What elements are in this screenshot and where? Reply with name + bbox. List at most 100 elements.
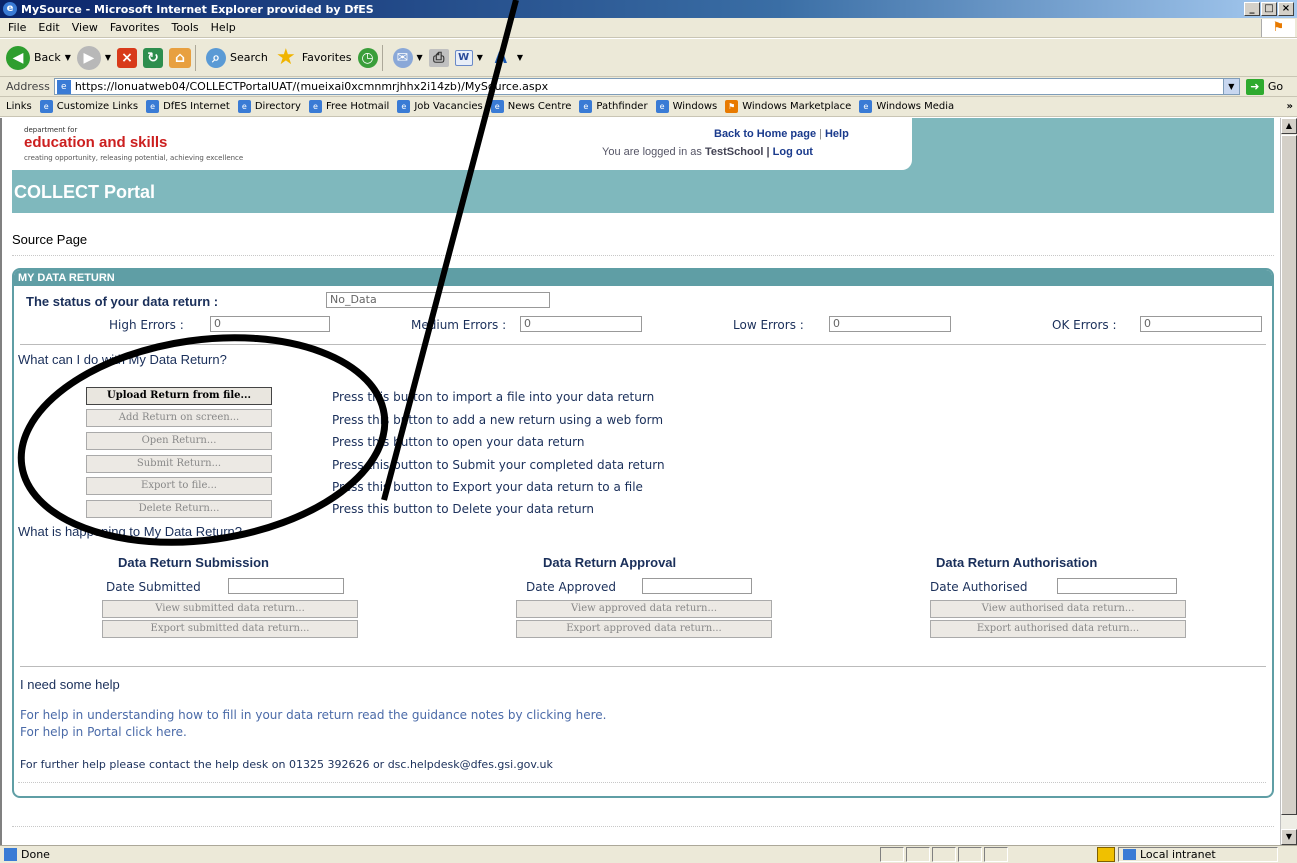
address-input[interactable]: e https://lonuatweb04/COLLECTPortalUAT/(…: [53, 78, 1240, 95]
top-links: Back to Home page | Help: [714, 128, 849, 140]
print-button[interactable]: ⎙: [428, 48, 449, 67]
guidance-help-link[interactable]: For help in understanding how to fill in…: [20, 708, 606, 722]
link-pathfinder[interactable]: e Pathfinder: [579, 100, 648, 113]
date-submitted-label: Date Submitted: [106, 580, 201, 594]
scroll-thumb[interactable]: [1281, 135, 1297, 815]
export-file-button[interactable]: Export to file...: [86, 477, 272, 495]
maximize-button[interactable]: □: [1261, 2, 1277, 16]
go-button[interactable]: ➜ Go: [1245, 78, 1283, 95]
low-errors-label: Low Errors :: [733, 318, 804, 332]
home-page-link[interactable]: Back to Home page: [714, 128, 816, 140]
submit-return-button[interactable]: Submit Return...: [86, 455, 272, 473]
link-job-vacancies[interactable]: e Job Vacancies: [397, 100, 483, 113]
section-divider: [20, 344, 1266, 345]
page-icon: e: [56, 79, 71, 94]
link-directory[interactable]: e Directory: [237, 100, 301, 113]
high-errors-field[interactable]: 0: [210, 316, 330, 332]
address-bar: Address e https://lonuatweb04/COLLECTPor…: [0, 77, 1297, 97]
logged-user: TestSchool: [704, 146, 764, 158]
link-windows-marketplace[interactable]: ⚑ Windows Marketplace: [725, 100, 851, 113]
address-url: https://lonuatweb04/COLLECTPortalUAT/(mu…: [74, 80, 549, 93]
menu-tools[interactable]: Tools: [172, 21, 199, 34]
word-icon: W: [454, 49, 473, 66]
intranet-icon: [1123, 849, 1136, 860]
add-return-button[interactable]: Add Return on screen...: [86, 409, 272, 427]
help-contact-text: For further help please contact the help…: [20, 758, 553, 771]
logged-in-info: You are logged in as TestSchool | Log ou…: [602, 146, 813, 158]
view-authorised-button[interactable]: View authorised data return...: [930, 600, 1186, 618]
status-label: The status of your data return :: [26, 294, 219, 309]
status-bar: Done Local intranet: [0, 845, 1297, 863]
data-return-panel: MY DATA RETURN The status of your data r…: [12, 268, 1274, 798]
menu-favorites[interactable]: Favorites: [110, 21, 160, 34]
status-cell: [958, 847, 982, 862]
history-button[interactable]: ◷: [357, 47, 378, 68]
link-news-centre[interactable]: e News Centre: [490, 100, 571, 113]
export-submitted-button[interactable]: Export submitted data return...: [102, 620, 358, 638]
low-errors-field[interactable]: 0: [829, 316, 951, 332]
menu-view[interactable]: View: [72, 21, 98, 34]
window-title-bar: e MySource - Microsoft Internet Explorer…: [0, 0, 1297, 18]
org-logo-text: education and skills: [24, 134, 168, 151]
export-approved-button[interactable]: Export approved data return...: [516, 620, 772, 638]
page-done-icon: [4, 848, 17, 861]
back-arrow-icon: ◀: [6, 45, 30, 70]
portal-help-link[interactable]: For help in Portal click here.: [20, 725, 187, 739]
search-icon: ⌕: [206, 47, 227, 68]
date-authorised-label: Date Authorised: [930, 580, 1028, 594]
refresh-button[interactable]: ↻: [143, 47, 164, 68]
favorites-button[interactable]: ★ Favorites: [274, 45, 352, 70]
back-button[interactable]: ◀ Back ▼: [6, 45, 71, 70]
link-dfes-internet[interactable]: e DfES Internet: [146, 100, 230, 113]
print-icon: ⎙: [428, 48, 449, 67]
scroll-up-icon[interactable]: ▲: [1281, 118, 1297, 134]
ok-errors-field[interactable]: 0: [1140, 316, 1262, 332]
edit-dropdown-icon: ▼: [476, 53, 483, 62]
forward-button[interactable]: ▶ ▼: [76, 45, 111, 70]
medium-errors-field[interactable]: 0: [520, 316, 642, 332]
mail-dropdown-icon: ▼: [416, 53, 423, 62]
menu-file[interactable]: File: [8, 21, 26, 34]
date-authorised-field[interactable]: [1057, 578, 1177, 594]
link-page-icon: e: [308, 100, 322, 113]
open-return-button[interactable]: Open Return...: [86, 432, 272, 450]
scroll-down-icon[interactable]: ▼: [1281, 829, 1297, 845]
link-windows-media[interactable]: e Windows Media: [859, 100, 954, 113]
upload-return-button[interactable]: Upload Return from file...: [86, 387, 272, 405]
link-page-icon: e: [146, 100, 160, 113]
submit-description: Press this button to Submit your complet…: [332, 458, 665, 472]
edit-word-button[interactable]: W ▼: [454, 49, 483, 66]
status-cell: [932, 847, 956, 862]
ie-icon: e: [3, 2, 17, 16]
date-submitted-field[interactable]: [228, 578, 344, 594]
home-button[interactable]: ⌂: [169, 47, 192, 68]
help-link[interactable]: Help: [825, 128, 849, 140]
delete-return-button[interactable]: Delete Return...: [86, 500, 272, 518]
status-cell: [984, 847, 1008, 862]
links-more-icon[interactable]: »: [1287, 101, 1293, 112]
minimize-button[interactable]: _: [1244, 2, 1260, 16]
date-approved-field[interactable]: [642, 578, 752, 594]
view-submitted-button[interactable]: View submitted data return...: [102, 600, 358, 618]
font-size-button[interactable]: A ▼: [489, 46, 523, 70]
search-button[interactable]: ⌕ Search: [206, 47, 268, 68]
link-divider: |: [819, 128, 822, 140]
view-approved-button[interactable]: View approved data return...: [516, 600, 772, 618]
logout-link[interactable]: Log out: [773, 146, 813, 158]
export-authorised-button[interactable]: Export authorised data return...: [930, 620, 1186, 638]
close-button[interactable]: ×: [1278, 2, 1294, 16]
mail-button[interactable]: ✉ ▼: [392, 47, 423, 68]
actions-title: What can I do with My Data Return?: [18, 352, 227, 367]
vertical-scrollbar[interactable]: ▲ ▼: [1280, 118, 1297, 845]
link-windows[interactable]: e Windows: [655, 100, 717, 113]
address-label: Address: [6, 80, 50, 93]
menu-edit[interactable]: Edit: [38, 21, 59, 34]
window-title: MySource - Microsoft Internet Explorer p…: [21, 2, 374, 16]
menu-help[interactable]: Help: [211, 21, 236, 34]
link-customize-links[interactable]: e Customize Links: [39, 100, 138, 113]
status-field[interactable]: No_Data: [326, 292, 550, 308]
stop-button[interactable]: ×: [117, 47, 138, 68]
link-free-hotmail[interactable]: e Free Hotmail: [308, 100, 389, 113]
address-dropdown-icon[interactable]: ▼: [1222, 79, 1239, 94]
medium-errors-label: Medium Errors :: [411, 318, 507, 332]
